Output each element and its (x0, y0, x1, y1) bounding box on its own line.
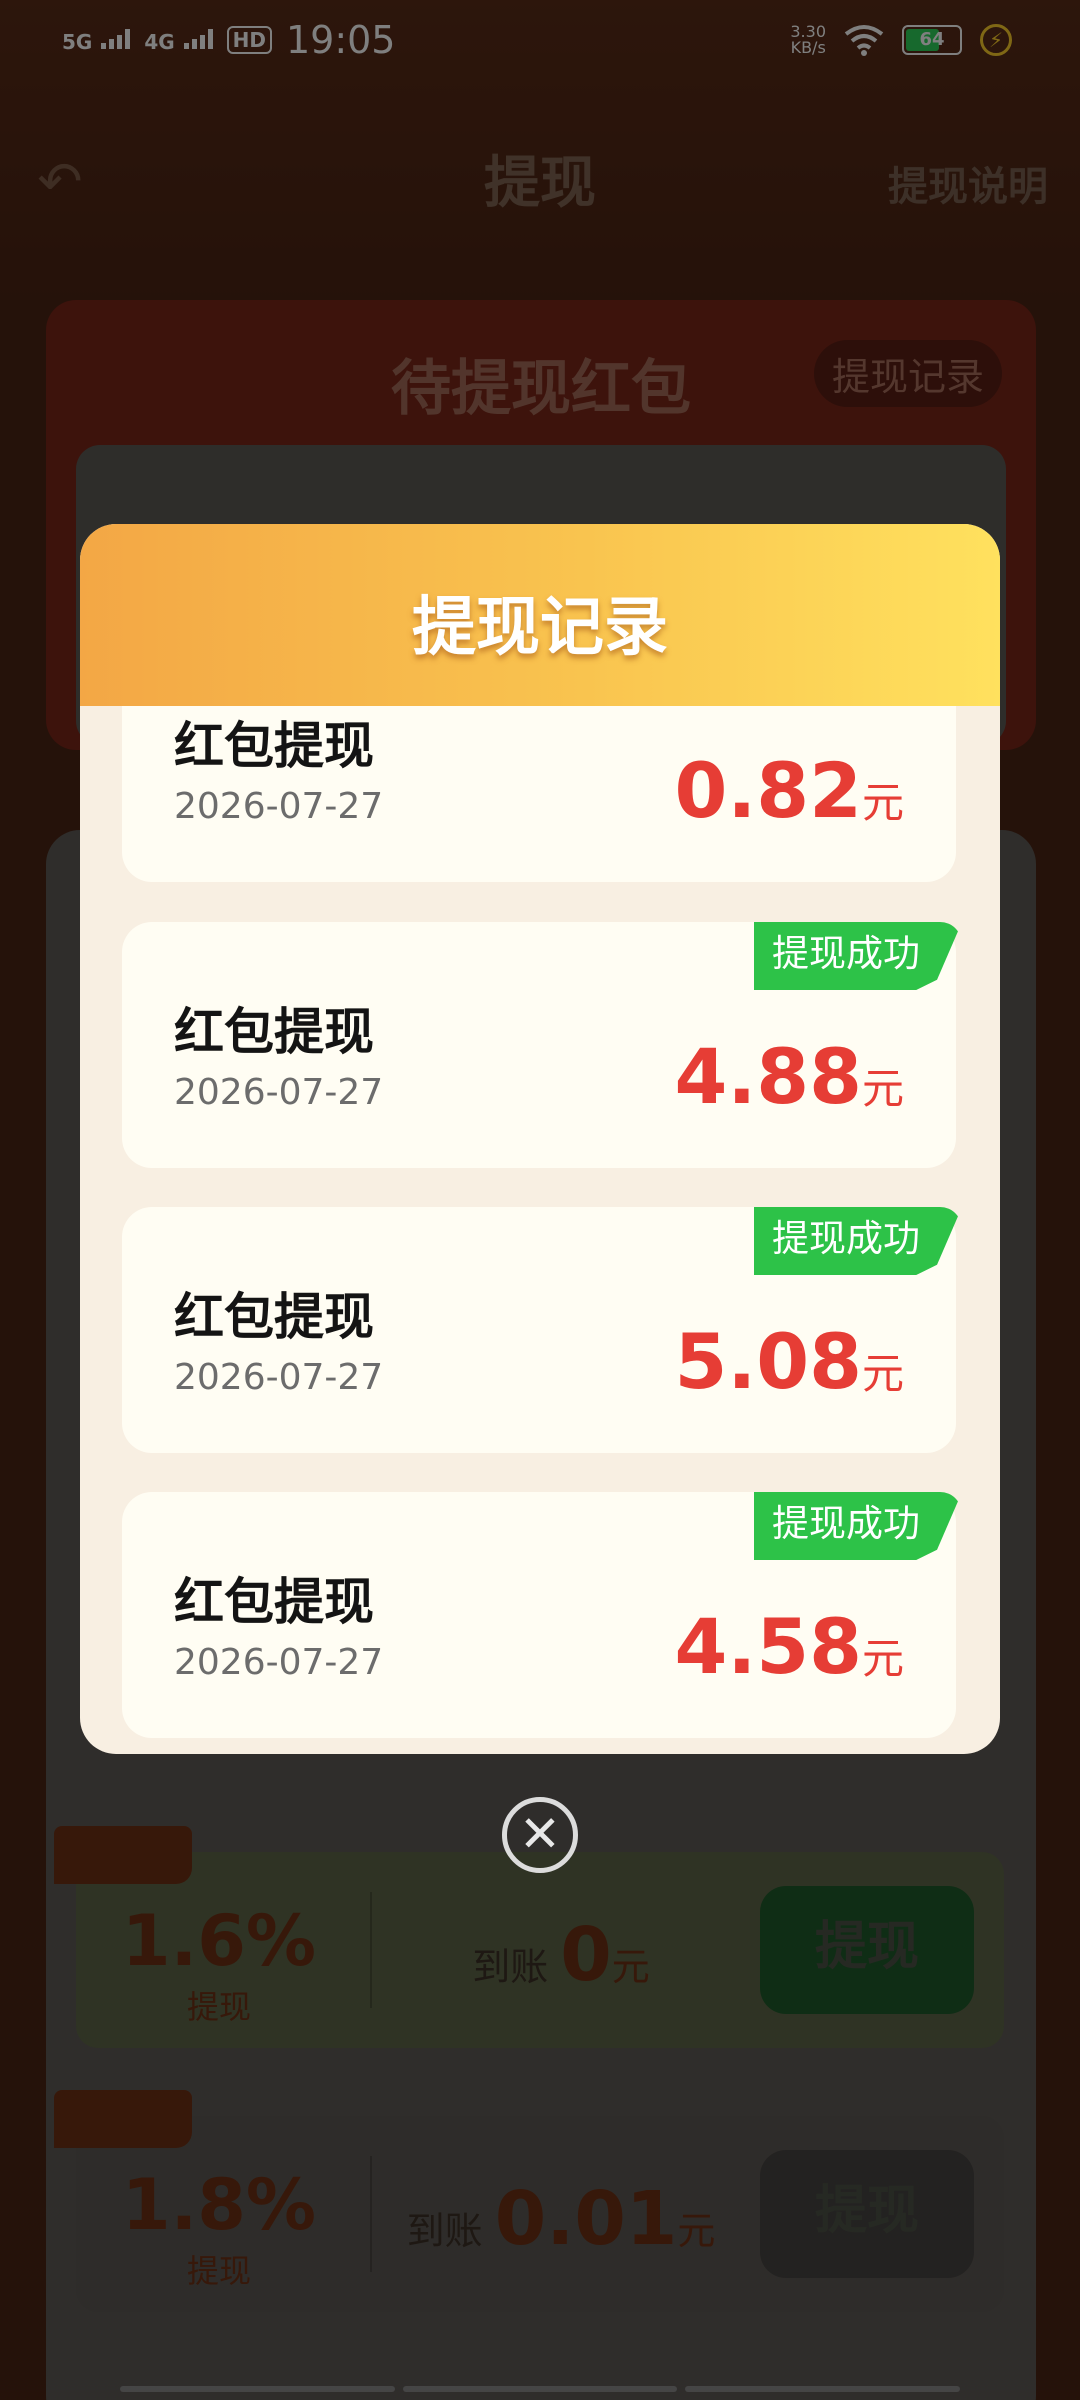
dialog-title: 提现记录 (412, 591, 668, 665)
record-amount-value: 0.82 (674, 746, 862, 835)
record-amount: 4.88元 (674, 1032, 904, 1121)
dialog-header: 提现记录 (80, 524, 1000, 706)
close-icon[interactable]: ✕ (502, 1797, 578, 1873)
record-amount-value: 4.88 (674, 1032, 862, 1121)
record-item: 提现成功 红包提现 2026-07-27 5.08元 (122, 1207, 962, 1453)
record-amount-unit: 元 (861, 1634, 904, 1683)
record-title: 红包提现 (174, 1288, 374, 1346)
record-amount-value: 5.08 (674, 1317, 862, 1406)
success-badge: 提现成功 (754, 1207, 962, 1275)
record-item: 提现成功 红包提现 2026-07-27 4.88元 (122, 922, 962, 1168)
record-amount-value: 4.58 (674, 1602, 862, 1691)
record-amount: 4.58元 (674, 1602, 904, 1691)
record-amount: 5.08元 (674, 1317, 904, 1406)
record-amount-unit: 元 (861, 1349, 904, 1398)
record-date: 2026-07-27 (174, 1072, 384, 1113)
record-date: 2026-07-27 (174, 1642, 384, 1683)
record-title: 红包提现 (174, 1573, 374, 1631)
record-date: 2026-07-27 (174, 1357, 384, 1398)
record-item: 提现成功 红包提现 2026-07-27 4.58元 (122, 1492, 962, 1738)
record-title: 红包提现 (174, 1003, 374, 1061)
record-date: 2026-07-27 (174, 786, 384, 827)
record-item: 红包提现 2026-07-27 0.82元 (122, 706, 956, 882)
record-amount-unit: 元 (861, 778, 904, 827)
record-list[interactable]: 红包提现 2026-07-27 0.82元 提现成功 红包提现 2026-07-… (80, 706, 1000, 1754)
success-badge: 提现成功 (754, 1492, 962, 1560)
success-badge: 提现成功 (754, 922, 962, 990)
record-amount: 0.82元 (674, 746, 904, 835)
withdraw-record-dialog: 提现记录 红包提现 2026-07-27 0.82元 提现成功 红包提现 202… (80, 524, 1000, 1754)
record-title: 红包提现 (174, 717, 374, 775)
record-amount-unit: 元 (861, 1064, 904, 1113)
